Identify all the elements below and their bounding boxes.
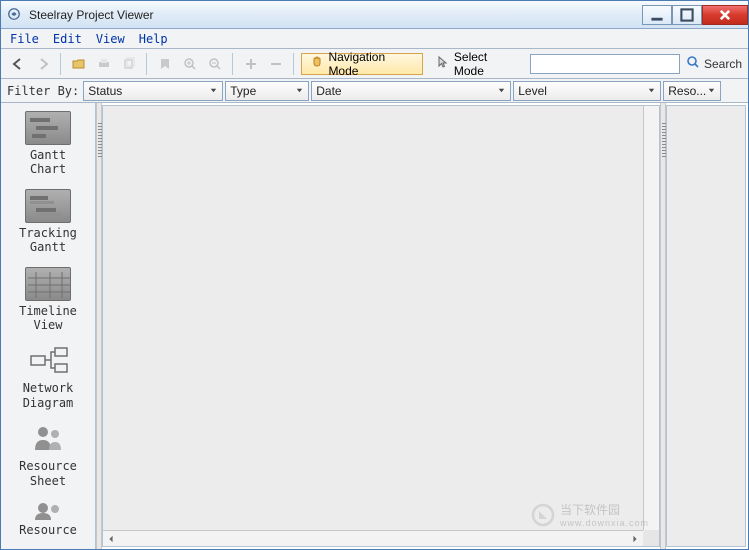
- back-button[interactable]: [7, 53, 28, 75]
- forward-button[interactable]: [32, 53, 53, 75]
- toolbar: Navigation Mode Select Mode Search: [1, 49, 748, 79]
- select-mode-button[interactable]: Select Mode: [427, 53, 526, 75]
- zoom-in-button[interactable]: [179, 53, 200, 75]
- sidebar-item-tracking-gantt[interactable]: Tracking Gantt: [1, 181, 95, 259]
- sidebar-item-label: Gantt Chart: [30, 148, 66, 177]
- open-button[interactable]: [68, 53, 89, 75]
- chevron-down-icon: [707, 84, 716, 98]
- sidebar-item-resource[interactable]: Resource: [1, 492, 95, 541]
- sidebar-item-timeline-view[interactable]: Timeline View: [1, 259, 95, 337]
- toolbar-divider: [60, 53, 61, 75]
- scroll-left-icon[interactable]: [103, 532, 119, 546]
- resource-sheet-icon: [25, 422, 71, 456]
- close-button[interactable]: [702, 5, 748, 25]
- menu-view[interactable]: View: [91, 31, 130, 47]
- window-controls: [642, 5, 748, 25]
- copy-button[interactable]: [118, 53, 139, 75]
- filter-label: Filter By:: [5, 84, 81, 98]
- print-button[interactable]: [93, 53, 114, 75]
- toolbar-divider: [146, 53, 147, 75]
- chevron-down-icon: [209, 84, 218, 98]
- sidebar-item-label: Network Diagram: [23, 381, 74, 410]
- network-diagram-icon: [25, 344, 71, 378]
- bookmark-button[interactable]: [154, 53, 175, 75]
- grip-icon: [662, 123, 666, 159]
- search-label: Search: [704, 57, 742, 71]
- title-bar: Steelray Project Viewer: [1, 1, 748, 29]
- scroll-right-icon[interactable]: [627, 532, 643, 546]
- search-input[interactable]: [530, 54, 680, 74]
- tracking-gantt-icon: [25, 189, 71, 223]
- watermark-text: 当下软件园: [560, 501, 649, 518]
- add-button[interactable]: [240, 53, 261, 75]
- timeline-icon: [25, 267, 71, 301]
- filter-resource-dropdown[interactable]: Reso...: [663, 81, 721, 101]
- menu-edit[interactable]: Edit: [48, 31, 87, 47]
- menu-bar: File Edit View Help: [1, 29, 748, 49]
- navigation-mode-button[interactable]: Navigation Mode: [301, 53, 422, 75]
- watermark: 当下软件园 www.downxia.com: [530, 501, 649, 528]
- filter-date-dropdown[interactable]: Date: [311, 81, 511, 101]
- right-pane: [666, 105, 746, 547]
- window-title: Steelray Project Viewer: [29, 8, 642, 22]
- sidebar-item-resource-sheet[interactable]: Resource Sheet: [1, 414, 95, 492]
- select-mode-label: Select Mode: [454, 50, 517, 78]
- sidebar-item-label: Tracking Gantt: [19, 226, 77, 255]
- gantt-chart-icon: [25, 111, 71, 145]
- search-icon: [686, 55, 700, 72]
- vertical-scrollbar[interactable]: [643, 106, 659, 530]
- filter-status-dropdown[interactable]: Status: [83, 81, 223, 101]
- sidebar-item-label: Resource Sheet: [19, 459, 77, 488]
- view-sidebar: Gantt Chart Tracking Gantt Timeline View…: [1, 103, 96, 549]
- zoom-out-button[interactable]: [204, 53, 225, 75]
- filter-type-dropdown[interactable]: Type: [225, 81, 309, 101]
- sidebar-item-label: Timeline View: [5, 304, 91, 333]
- remove-button[interactable]: [265, 53, 286, 75]
- search-button[interactable]: Search: [686, 55, 742, 72]
- content-pane: 当下软件园 www.downxia.com: [102, 105, 660, 547]
- minimize-button[interactable]: [642, 5, 672, 25]
- main-area: Gantt Chart Tracking Gantt Timeline View…: [1, 103, 748, 549]
- watermark-url: www.downxia.com: [560, 518, 649, 528]
- navigation-mode-label: Navigation Mode: [328, 50, 413, 78]
- chevron-down-icon: [647, 84, 656, 98]
- toolbar-divider: [232, 53, 233, 75]
- horizontal-scrollbar[interactable]: [103, 530, 643, 546]
- scroll-corner: [643, 530, 659, 546]
- resource-icon: [25, 500, 71, 520]
- sidebar-item-network-diagram[interactable]: Network Diagram: [1, 336, 95, 414]
- cursor-icon: [436, 55, 450, 72]
- filter-bar: Filter By: Status Type Date Level Reso..…: [1, 79, 748, 103]
- maximize-button[interactable]: [672, 5, 702, 25]
- hand-icon: [310, 55, 324, 72]
- chevron-down-icon: [497, 84, 506, 98]
- search-area: Search: [530, 54, 742, 74]
- sidebar-item-label: Resource: [19, 523, 77, 537]
- filter-level-dropdown[interactable]: Level: [513, 81, 661, 101]
- app-icon: [7, 7, 23, 23]
- menu-file[interactable]: File: [5, 31, 44, 47]
- toolbar-divider: [293, 53, 294, 75]
- menu-help[interactable]: Help: [134, 31, 173, 47]
- sidebar-item-gantt-chart[interactable]: Gantt Chart: [1, 103, 95, 181]
- splitter-right[interactable]: [660, 103, 666, 549]
- chevron-down-icon: [295, 84, 304, 98]
